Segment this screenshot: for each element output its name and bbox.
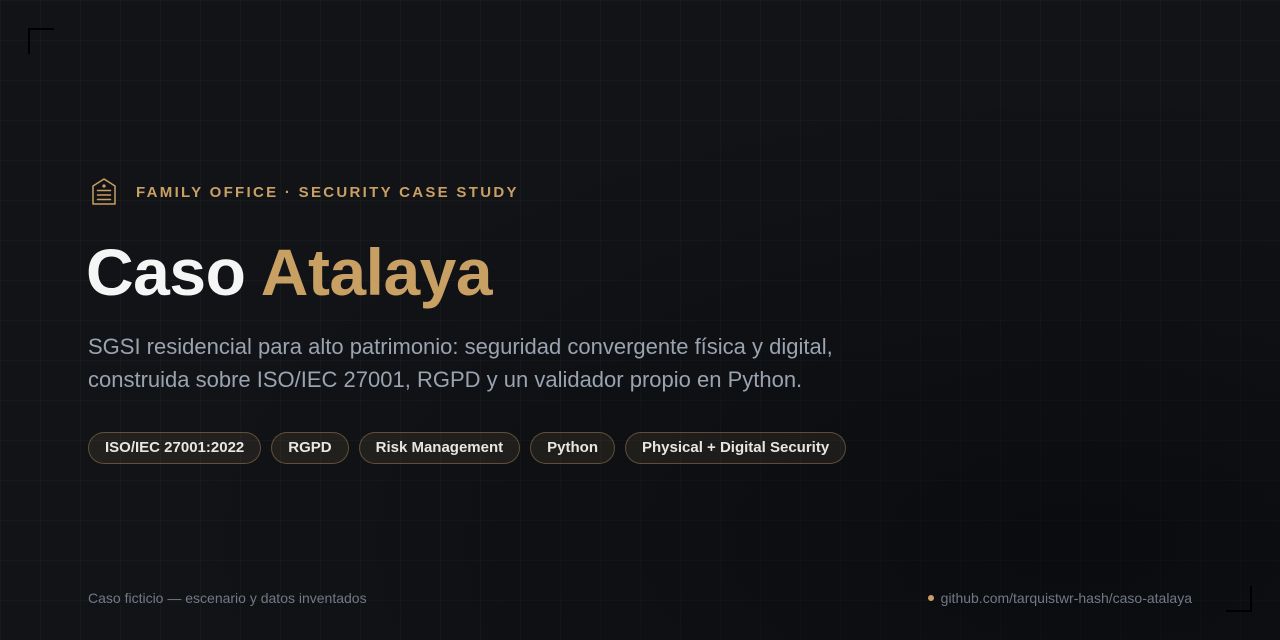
tag-rgpd: RGPD xyxy=(271,432,349,464)
subtitle-line-2: construida sobre ISO/IEC 27001, RGPD y u… xyxy=(88,367,803,392)
corner-mark-top-left xyxy=(28,28,54,54)
page-title: Caso Atalaya xyxy=(86,234,493,310)
tag-python: Python xyxy=(530,432,615,464)
tag-list: ISO/IEC 27001:2022 RGPD Risk Management … xyxy=(88,432,847,464)
tag-risk-management: Risk Management xyxy=(358,432,521,464)
tag-physical-digital-security: Physical + Digital Security xyxy=(625,432,847,464)
eyebrow: FAMILY OFFICE · SECURITY CASE STUDY xyxy=(88,176,519,208)
eyebrow-label: FAMILY OFFICE · SECURITY CASE STUDY xyxy=(136,183,519,201)
footer-note: Caso ficticio — escenario y datos invent… xyxy=(88,590,367,606)
subtitle: SGSI residencial para alto patrimonio: s… xyxy=(88,330,908,396)
github-link[interactable]: github.com/tarquistwr-hash/caso-atalaya xyxy=(941,589,1192,607)
footer-link-group: github.com/tarquistwr-hash/caso-atalaya xyxy=(927,589,1192,607)
corner-mark-bottom-right xyxy=(1226,586,1252,612)
title-main: Caso xyxy=(86,235,246,309)
tag-iso-27001: ISO/IEC 27001:2022 xyxy=(88,432,262,464)
status-dot-icon xyxy=(927,595,934,601)
subtitle-line-1: SGSI residencial para alto patrimonio: s… xyxy=(88,334,833,359)
shield-icon xyxy=(92,178,116,205)
title-accent: Atalaya xyxy=(260,235,493,309)
